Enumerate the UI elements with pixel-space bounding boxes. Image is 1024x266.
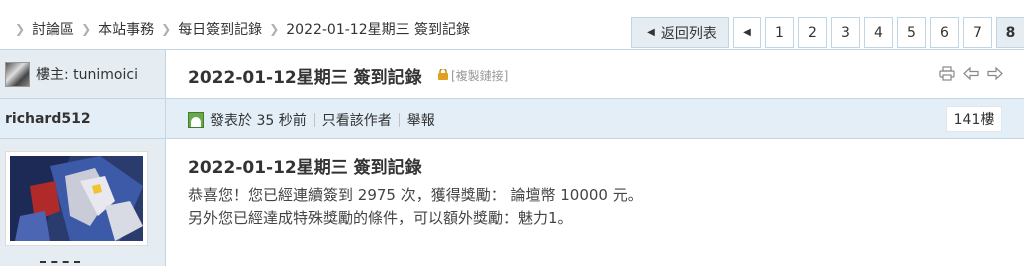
- thread-tools: [938, 65, 1004, 81]
- printer-icon[interactable]: [938, 65, 956, 81]
- thread-starter-avatar[interactable]: [5, 61, 30, 87]
- breadcrumb-forum-link[interactable]: 討論區: [32, 19, 74, 39]
- post-content-line-2: 另外您已經達成特殊獎勵的條件，可以額外獎勵：魅力1。: [188, 209, 573, 227]
- breadcrumb-site-affairs-link[interactable]: 本站事務: [98, 19, 154, 39]
- breadcrumb-separator-icon: ❯: [15, 22, 26, 36]
- post-body: 2022-01-12星期三 簽到記錄 恭喜您！您已經連續簽到 2975 次，獲得…: [0, 139, 1024, 266]
- breadcrumb-daily-checkin-link[interactable]: 每日簽到記錄: [178, 19, 262, 39]
- back-to-list-button[interactable]: ◀ 返回列表: [631, 17, 729, 48]
- sidebar-divider: [40, 261, 80, 264]
- back-to-list-label: 返回列表: [660, 25, 717, 42]
- top-bar: ❯ 討論區 ❯ 本站事務 ❯ 每日簽到記錄 ❯ 2022-01-12星期三 簽到…: [0, 0, 1024, 49]
- triangle-left-icon: ◀: [647, 27, 655, 38]
- previous-thread-icon[interactable]: [962, 65, 980, 81]
- meta-divider: [398, 113, 400, 127]
- page-1-button[interactable]: 1: [765, 17, 794, 48]
- next-thread-icon[interactable]: [986, 65, 1004, 81]
- post-author-avatar[interactable]: [5, 151, 148, 246]
- post-meta: 發表於 35 秒前 只看該作者 舉報: [188, 110, 435, 130]
- page-5-button[interactable]: 5: [897, 17, 926, 48]
- page-3-button[interactable]: 3: [831, 17, 860, 48]
- post-author-sidebar: [0, 139, 166, 266]
- only-view-author-link[interactable]: 只看該作者: [322, 110, 392, 130]
- meta-divider: [313, 113, 315, 127]
- page-2-button[interactable]: 2: [798, 17, 827, 48]
- breadcrumb: ❯ 討論區 ❯ 本站事務 ❯ 每日簽到記錄 ❯ 2022-01-12星期三 簽到…: [8, 19, 470, 39]
- triangle-left-icon: ◀: [743, 27, 751, 38]
- thread-starter-label[interactable]: 樓主: tunimoici: [36, 64, 138, 84]
- thread-header: 樓主: tunimoici 2022-01-12星期三 簽到記錄 [複製鏈接]: [0, 49, 1024, 98]
- thread-starter-name[interactable]: tunimoici: [73, 67, 138, 83]
- post-time: 發表於 35 秒前: [210, 113, 307, 129]
- post-author-name[interactable]: richard512: [5, 111, 91, 127]
- page-7-button[interactable]: 7: [963, 17, 992, 48]
- lock-icon: [438, 69, 448, 80]
- previous-page-button[interactable]: ◀: [733, 17, 761, 48]
- breadcrumb-separator-icon: ❯: [161, 22, 172, 36]
- floor-number-badge[interactable]: 141樓: [946, 106, 1002, 132]
- breadcrumb-separator-icon: ❯: [81, 22, 92, 36]
- post-title: 2022-01-12星期三 簽到記錄: [188, 158, 422, 178]
- post-content-line-1: 恭喜您！您已經連續簽到 2975 次，獲得獎勵： 論壇幣 10000 元。: [188, 186, 643, 204]
- copy-link-button[interactable]: [複製鏈接]: [451, 67, 508, 84]
- page-4-button[interactable]: 4: [864, 17, 893, 48]
- thread-starter-info: 樓主: tunimoici: [0, 50, 166, 98]
- page-6-button[interactable]: 6: [930, 17, 959, 48]
- avatar-image: [10, 156, 143, 241]
- breadcrumb-current-thread[interactable]: 2022-01-12星期三 簽到記錄: [286, 19, 470, 39]
- post-header: richard512 發表於 35 秒前 只看該作者 舉報 141樓: [0, 98, 1024, 139]
- online-status-icon: [188, 112, 204, 128]
- post-author-cell: richard512: [0, 99, 166, 138]
- thread-title: 2022-01-12星期三 簽到記錄: [188, 68, 422, 88]
- report-link[interactable]: 舉報: [407, 110, 435, 130]
- breadcrumb-separator-icon: ❯: [269, 22, 280, 36]
- page-8-current[interactable]: 8: [996, 17, 1024, 48]
- pagination: ◀ 返回列表 ◀ 1 2 3 4 5 6 7 8: [631, 17, 1024, 48]
